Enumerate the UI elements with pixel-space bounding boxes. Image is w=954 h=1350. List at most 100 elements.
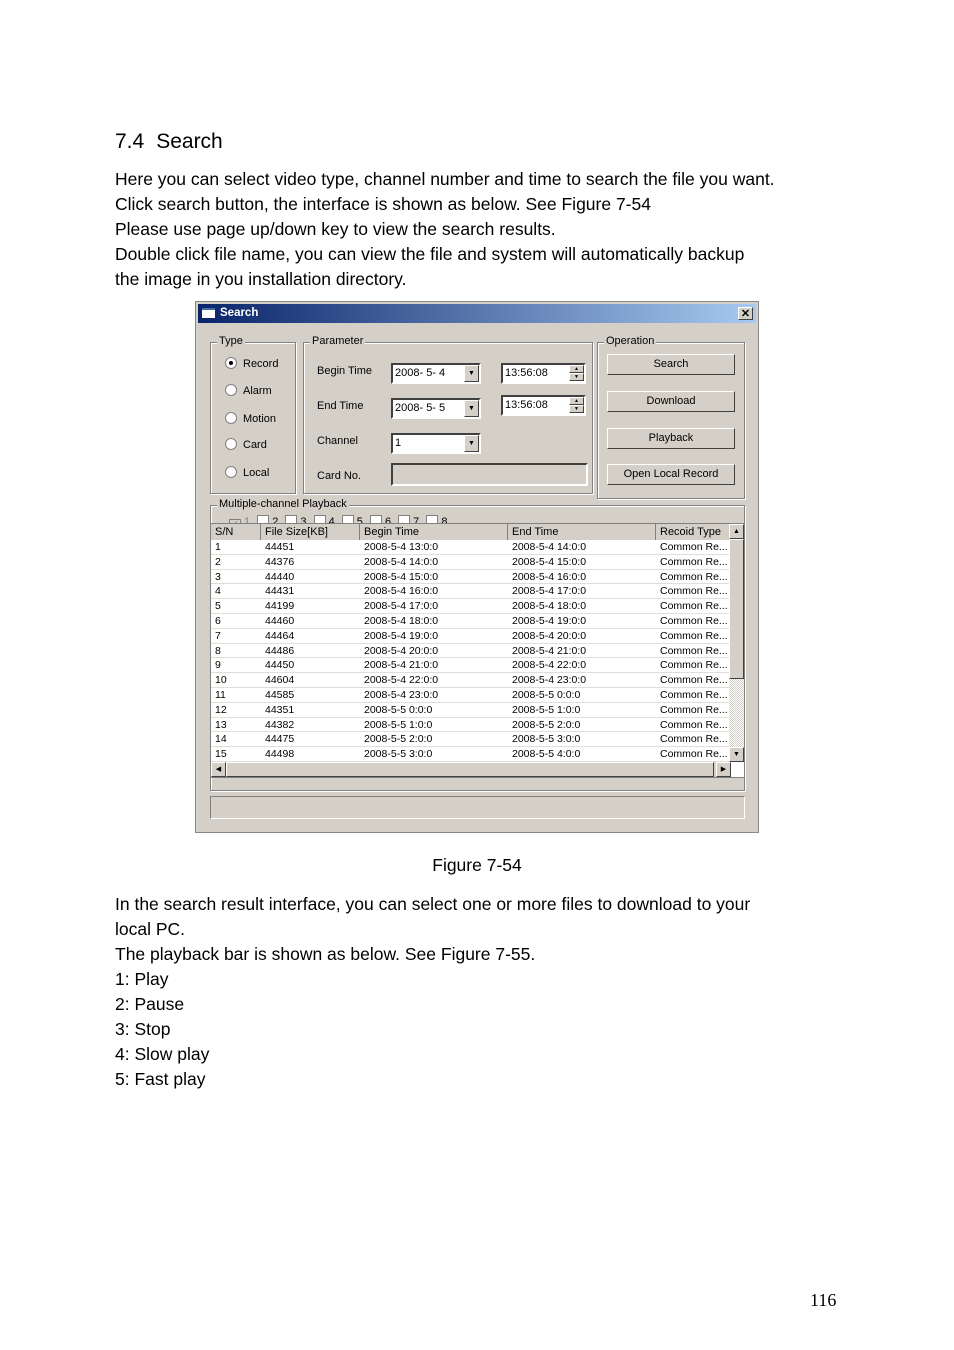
table-row[interactable]: 6 44460 2008-5-4 18:0:0 2008-5-4 19:0:0 Comm… [211, 614, 731, 629]
column-header-end-time[interactable]: End Time [508, 524, 656, 540]
radio-record[interactable]: Record [225, 357, 278, 370]
table-row[interactable]: 5 44199 2008-5-4 17:0:0 2008-5-4 18:0:0 Comm… [211, 599, 731, 614]
table-row[interactable]: 3 44440 2008-5-4 15:0:0 2008-5-4 16:0:0 Comm… [211, 570, 731, 585]
chevron-down-icon[interactable]: ▼ [464, 365, 479, 382]
cell-file-size: 44464 [265, 629, 295, 642]
table-row[interactable]: 8 44486 2008-5-4 20:0:0 2008-5-4 21:0:0 Comm… [211, 644, 731, 659]
cell-begin-time: 2008-5-5 2:0:0 [364, 733, 433, 746]
cell-begin-time: 2008-5-4 15:0:0 [364, 570, 439, 583]
open-local-record-button[interactable]: Open Local Record [607, 464, 735, 485]
table-row[interactable]: 9 44450 2008-5-4 21:0:0 2008-5-4 22:0:0 Comm… [211, 658, 731, 674]
operation-group: Operation Search Download Playback Open … [597, 335, 745, 499]
chevron-down-icon[interactable]: ▼ [464, 435, 479, 452]
cell-sn: 13 [215, 718, 227, 731]
radio-alarm[interactable]: Alarm [225, 384, 272, 397]
close-button[interactable]: ✕ [738, 307, 753, 320]
cell-record-type: Common Re... [660, 585, 728, 598]
spin-down-icon[interactable]: ▼ [569, 373, 584, 381]
spin-up-icon[interactable]: ▲ [569, 365, 584, 373]
vertical-scrollbar[interactable]: ▲ ▼ [729, 524, 744, 762]
cell-end-time: 2008-5-4 18:0:0 [512, 600, 587, 613]
scroll-thumb[interactable] [729, 539, 744, 679]
column-header-record-type[interactable]: Recoid Type [656, 524, 731, 540]
radio-icon [225, 438, 237, 450]
cell-sn: 15 [215, 748, 227, 761]
playback-button[interactable]: Playback [607, 428, 735, 449]
scroll-up-icon[interactable]: ▲ [729, 524, 744, 539]
column-header-begin-time[interactable]: Begin Time [360, 524, 508, 540]
cell-end-time: 2008-5-5 4:0:0 [512, 748, 581, 761]
table-row[interactable]: 11 44585 2008-5-4 23:0:0 2008-5-5 0:0:0 Comm… [211, 688, 731, 703]
cell-begin-time: 2008-5-4 22:0:0 [364, 674, 439, 687]
radio-local[interactable]: Local [225, 466, 269, 479]
cell-file-size: 44498 [265, 748, 295, 761]
scroll-down-icon[interactable]: ▼ [729, 747, 744, 762]
search-button[interactable]: Search [607, 354, 735, 375]
table-row[interactable]: 2 44376 2008-5-4 14:0:0 2008-5-4 15:0:0 Comm… [211, 555, 731, 570]
cell-sn: 7 [215, 629, 221, 642]
list-item: 4: Slow play [115, 1044, 210, 1064]
cell-end-time: 2008-5-5 2:0:0 [512, 718, 581, 731]
list-rows: 1 44451 2008-5-4 13:0:0 2008-5-4 14:0:0 Comm… [211, 540, 731, 777]
horizontal-scrollbar[interactable]: ◀ ▶ [211, 762, 731, 777]
table-row[interactable]: 1 44451 2008-5-4 13:0:0 2008-5-4 14:0:0 Comm… [211, 540, 731, 555]
end-date-dropdown[interactable]: 2008- 5- 5 ▼ [391, 398, 481, 419]
table-row[interactable]: 13 44382 2008-5-5 1:0:0 2008-5-5 2:0:0 Commo… [211, 718, 731, 733]
intro-line: Please use page up/down key to view the … [115, 219, 556, 239]
table-row[interactable]: 14 44475 2008-5-5 2:0:0 2008-5-5 3:0:0 Commo… [211, 732, 731, 748]
radio-label: Record [243, 358, 279, 370]
column-header-sn[interactable]: S/N [211, 524, 261, 540]
close-icon: ✕ [740, 308, 751, 320]
channel-value: 1 [395, 437, 402, 449]
scroll-right-icon[interactable]: ▶ [716, 762, 731, 777]
download-button[interactable]: Download [607, 391, 735, 412]
cell-begin-time: 2008-5-4 21:0:0 [364, 659, 439, 672]
page-number: 116 [810, 1290, 837, 1310]
cell-record-type: Common Re... [660, 659, 728, 672]
column-header-file-size[interactable]: File Size[KB] [261, 524, 360, 540]
channel-dropdown[interactable]: 1 ▼ [391, 433, 481, 454]
cell-end-time: 2008-5-5 1:0:0 [512, 703, 581, 716]
results-list[interactable]: S/N File Size[KB] Begin Time End Time Re… [210, 523, 745, 778]
radio-card[interactable]: Card [225, 438, 267, 451]
cell-record-type: Common Re... [660, 555, 728, 568]
cell-record-type: Common Re... [660, 644, 728, 657]
table-row[interactable]: 15 44498 2008-5-5 3:0:0 2008-5-5 4:0:0 Commo… [211, 747, 731, 762]
dialog-titlebar[interactable]: Search ✕ [198, 304, 756, 323]
hscroll-thumb[interactable] [226, 762, 714, 777]
cell-end-time: 2008-5-4 20:0:0 [512, 629, 587, 642]
cell-end-time: 2008-5-4 14:0:0 [512, 541, 587, 553]
cell-sn: 10 [215, 674, 227, 687]
radio-icon [225, 384, 237, 396]
operation-group-legend: Operation [604, 335, 657, 347]
end-clock-spinner[interactable]: 13:56:08 ▲ ▼ [501, 395, 586, 416]
chevron-down-icon[interactable]: ▼ [464, 400, 479, 417]
parameter-group: Parameter Begin Time 2008- 5- 4 ▼ 13:56:0… [303, 335, 593, 494]
list-item: 5: Fast play [115, 1069, 206, 1089]
begin-clock-spinner[interactable]: 13:56:08 ▲ ▼ [501, 363, 586, 384]
section-heading: 7.4 Search [115, 130, 223, 154]
scroll-left-icon[interactable]: ◀ [211, 762, 226, 777]
table-row[interactable]: 10 44604 2008-5-4 22:0:0 2008-5-4 23:0:0 Com… [211, 673, 731, 688]
begin-date-dropdown[interactable]: 2008- 5- 4 ▼ [391, 363, 481, 384]
table-row[interactable]: 4 44431 2008-5-4 16:0:0 2008-5-4 17:0:0 Comm… [211, 584, 731, 600]
list-item: 1: Play [115, 969, 169, 989]
table-row[interactable]: 12 44351 2008-5-5 0:0:0 2008-5-5 1:0:0 Commo… [211, 703, 731, 718]
spin-up-icon[interactable]: ▲ [569, 397, 584, 405]
section-number: 7.4 [115, 130, 145, 153]
radio-motion[interactable]: Motion [225, 412, 276, 425]
cell-file-size: 44585 [265, 688, 295, 701]
cell-end-time: 2008-5-5 3:0:0 [512, 733, 581, 746]
table-row[interactable]: 7 44464 2008-5-4 19:0:0 2008-5-4 20:0:0 Comm… [211, 629, 731, 644]
intro-text: Here you can select video type, channel … [115, 167, 775, 292]
cell-sn: 5 [215, 600, 221, 613]
cell-record-type: Common Re... [660, 703, 728, 716]
channel-label: Channel [317, 435, 358, 447]
cell-record-type: Common Re... [660, 688, 728, 701]
card-no-input[interactable] [391, 463, 588, 486]
cell-begin-time: 2008-5-4 13:0:0 [364, 541, 439, 553]
cell-sn: 8 [215, 644, 221, 657]
begin-date-value: 2008- 5- 4 [395, 367, 446, 379]
cell-end-time: 2008-5-4 16:0:0 [512, 570, 587, 583]
spin-down-icon[interactable]: ▼ [569, 405, 584, 413]
